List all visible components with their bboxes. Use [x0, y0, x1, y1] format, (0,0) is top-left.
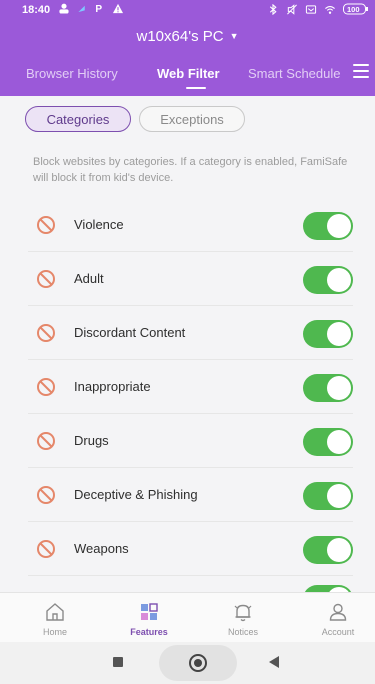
ban-icon: [37, 540, 55, 558]
category-label: Discordant Content: [74, 325, 186, 340]
ban-icon: [37, 270, 55, 288]
nav-label: Home: [42, 627, 67, 637]
category-label: Violence: [74, 217, 124, 232]
ban-icon: [37, 216, 55, 234]
menu-icon[interactable]: [353, 64, 369, 78]
back-icon[interactable]: [269, 656, 279, 668]
nav-label: Features: [130, 627, 168, 637]
tab-indicator: [186, 87, 206, 89]
category-label: Adult: [74, 271, 104, 286]
description-text: Block websites by categories. If a categ…: [33, 156, 348, 184]
battery-text: 100: [347, 5, 360, 14]
list-item-partial: [0, 577, 375, 592]
battery-icon: 100: [343, 3, 368, 15]
list-item: Discordant Content: [0, 306, 375, 360]
mute-icon: [287, 3, 297, 15]
category-toggle[interactable]: [303, 320, 353, 348]
signal-arrow-icon: [78, 5, 85, 13]
tab-bar: Browser History Web Filter Smart Schedul…: [0, 62, 375, 89]
bell-icon: [234, 604, 252, 622]
ban-icon: [37, 324, 55, 342]
category-toggle[interactable]: [303, 266, 353, 294]
list-item: Inappropriate: [0, 360, 375, 414]
category-toggle[interactable]: [303, 536, 353, 564]
category-toggle[interactable]: [303, 428, 353, 456]
features-grid-icon: [141, 603, 158, 620]
list-item: Weapons: [0, 522, 375, 576]
recents-icon[interactable]: [113, 657, 123, 667]
category-toggle[interactable]: [303, 585, 353, 592]
nav-features[interactable]: Features: [109, 593, 189, 643]
home-icon: [46, 603, 64, 621]
nav-home[interactable]: Home: [15, 593, 95, 643]
box-icon: [305, 4, 317, 14]
ban-icon: [37, 378, 55, 396]
warning-icon: [112, 3, 124, 14]
nav-account[interactable]: Account: [298, 593, 375, 643]
status-time: 18:40: [22, 4, 51, 16]
ban-icon: [37, 486, 55, 504]
category-label: Inappropriate: [74, 379, 151, 394]
tab-web-filter[interactable]: Web Filter: [157, 66, 220, 81]
p-icon: P: [95, 4, 102, 14]
tab-smart-schedule[interactable]: Smart Schedule: [248, 66, 341, 81]
list-item: Deceptive & Phishing: [0, 468, 375, 522]
nav-notices[interactable]: Notices: [203, 593, 283, 643]
system-nav-bar: [0, 642, 375, 684]
ban-icon: [37, 432, 55, 450]
person-icon: [329, 603, 347, 621]
list-item: Drugs: [0, 414, 375, 468]
category-label: Drugs: [74, 433, 109, 448]
category-label: Deceptive & Phishing: [74, 487, 198, 502]
category-toggle[interactable]: [303, 482, 353, 510]
list-item: Adult: [0, 252, 375, 306]
device-selector[interactable]: w10x64's PC ▼: [0, 28, 375, 45]
category-label: Weapons: [74, 541, 129, 556]
bluetooth-icon: [269, 3, 277, 15]
app-header: 18:40 P 100 w10x64's PC ▼ Browser History…: [0, 0, 375, 96]
category-toggle[interactable]: [303, 374, 353, 402]
svg-text:P: P: [95, 4, 102, 14]
status-bar: 18:40 P 100: [0, 0, 375, 20]
wifi-icon: [325, 5, 335, 14]
device-title: w10x64's PC: [136, 28, 224, 45]
home-button-icon[interactable]: [189, 654, 207, 672]
bottom-nav: Home Features Notices Account: [0, 592, 375, 642]
chevron-down-icon: ▼: [229, 31, 239, 41]
list-item: Violence: [0, 198, 375, 252]
category-toggle[interactable]: [303, 212, 353, 240]
tab-browser-history[interactable]: Browser History: [26, 66, 118, 81]
exceptions-segment-button[interactable]: Exceptions: [139, 106, 245, 132]
person-icon: [59, 3, 69, 14]
nav-label: Account: [321, 627, 355, 637]
nav-label: Notices: [227, 627, 258, 637]
categories-segment-button[interactable]: Categories: [25, 106, 131, 132]
